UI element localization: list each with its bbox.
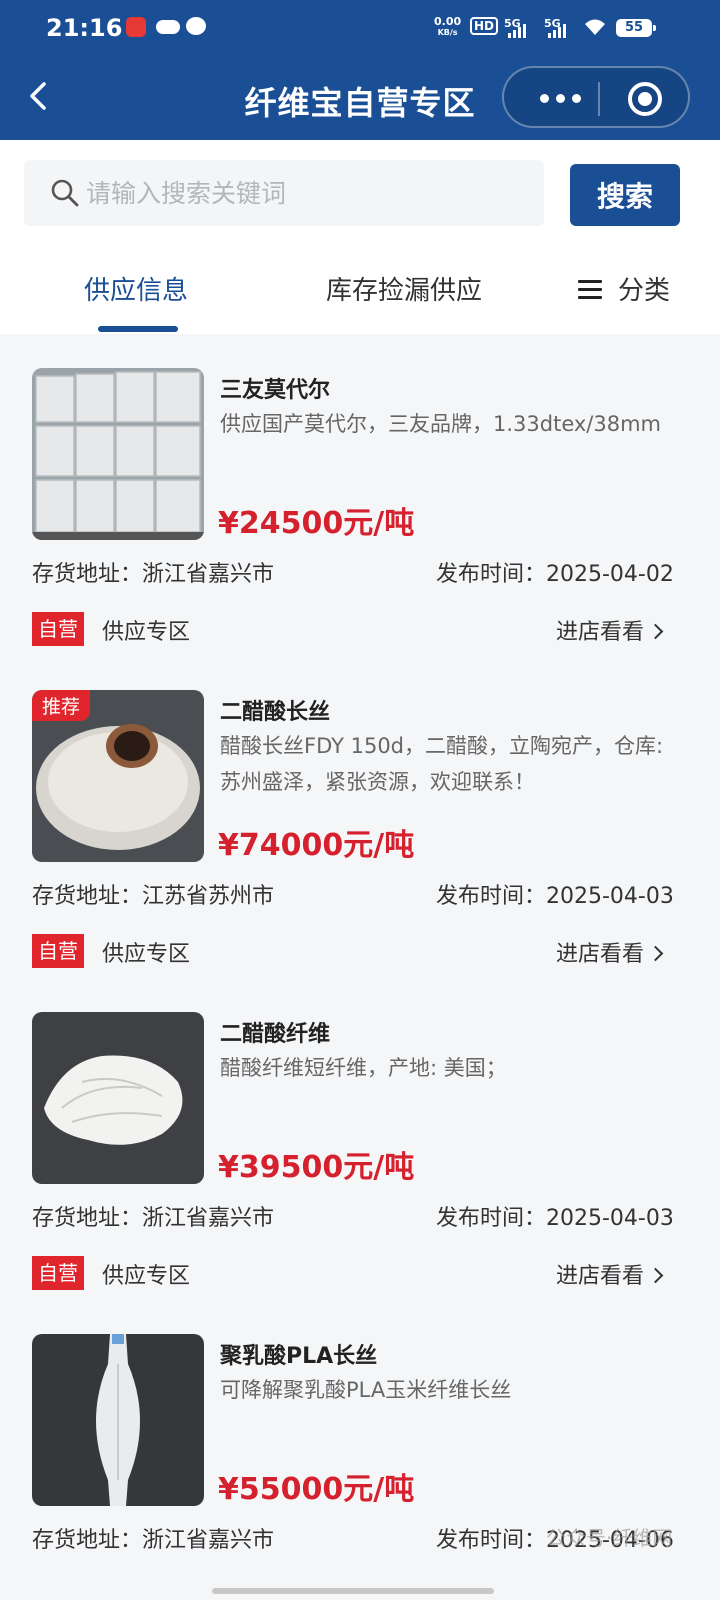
tab-inventory-bargain[interactable]: 库存捡漏供应: [326, 270, 482, 307]
more-icon[interactable]: [530, 86, 590, 110]
stock-address: 存货地址：浙江省嘉兴市: [32, 1528, 275, 1553]
publish-date: 发布时间：2025-04-02: [436, 562, 674, 587]
product-price: ¥55000元/吨: [218, 1472, 415, 1507]
menu-icon[interactable]: [578, 280, 602, 300]
stock-address: 存货地址：浙江省嘉兴市: [32, 562, 275, 587]
close-mini-program-icon[interactable]: [628, 82, 662, 116]
self-operated-tag: 自营: [32, 612, 84, 646]
product-title: 二醋酸纤维: [220, 1022, 331, 1047]
recommended-badge: 推荐: [32, 690, 91, 721]
chat-icon: [186, 17, 206, 35]
cloud-icon: [156, 20, 180, 34]
product-title: 三友莫代尔: [220, 378, 331, 403]
product-description: 醋酸纤维短纤维，产地: 美国；: [220, 1056, 507, 1080]
wifi-icon: [585, 19, 605, 35]
product-image[interactable]: [32, 1012, 204, 1184]
status-time: 21:16: [46, 14, 123, 42]
product-description: 供应国产莫代尔，三友品牌，1.33dtex/38mm: [220, 412, 662, 436]
network-speed: 0.00 KB/s: [434, 16, 461, 38]
watermark: 公众号·纤维网: [546, 1526, 673, 1550]
mini-program-capsule: [502, 66, 690, 128]
enter-store-label: 进店看看: [556, 1264, 645, 1289]
bale-stack-image: [32, 368, 204, 540]
home-indicator[interactable]: [212, 1588, 494, 1594]
tab-supply-info[interactable]: 供应信息: [84, 270, 188, 307]
product-title: 聚乳酸PLA长丝: [220, 1344, 378, 1369]
search-icon: [51, 179, 79, 207]
tab-bar: 供应信息 库存捡漏供应 分类: [0, 240, 720, 334]
chevron-right-icon: [647, 945, 664, 962]
product-price: ¥39500元/吨: [218, 1150, 415, 1185]
product-card[interactable]: 三友莫代尔 供应国产莫代尔，三友品牌，1.33dtex/38mm ¥24500元…: [0, 334, 720, 656]
search-input[interactable]: [86, 168, 526, 218]
signal-bars-2-icon: [548, 24, 566, 38]
chevron-right-icon: [647, 1267, 664, 1284]
product-price: ¥74000元/吨: [218, 828, 415, 863]
supply-zone-label: 供应专区: [102, 942, 191, 967]
stock-address: 存货地址：浙江省嘉兴市: [32, 1206, 275, 1231]
product-title: 二醋酸长丝: [220, 700, 331, 725]
enter-store-label: 进店看看: [556, 942, 645, 967]
product-image[interactable]: [32, 368, 204, 540]
network-speed-value: 0.00: [434, 15, 462, 28]
active-tab-indicator: [98, 326, 178, 332]
stock-address: 存货地址：江苏省苏州市: [32, 884, 275, 909]
publish-date: 发布时间：2025-04-03: [436, 884, 674, 909]
search-bar: 搜索: [0, 140, 720, 240]
enter-store-link[interactable]: 进店看看: [556, 936, 664, 968]
pla-bobbin-image: [32, 1334, 204, 1506]
enter-store-label: 进店看看: [556, 620, 645, 645]
enter-store-link[interactable]: 进店看看: [556, 614, 664, 646]
product-card[interactable]: 推荐 二醋酸长丝 醋酸长丝FDY 150d，二醋酸，立陶宛产，仓库: 苏州盛泽，…: [0, 656, 720, 978]
search-box[interactable]: [24, 160, 544, 226]
chevron-right-icon: [647, 623, 664, 640]
product-description: 醋酸长丝FDY 150d，二醋酸，立陶宛产，仓库: 苏州盛泽，紧张资源，欢迎联系…: [220, 734, 664, 794]
signal-bars-1-icon: [508, 24, 526, 38]
search-button[interactable]: 搜索: [570, 164, 680, 226]
fiber-tuft-image: [32, 1012, 204, 1184]
supply-zone-label: 供应专区: [102, 1264, 191, 1289]
product-description: 可降解聚乳酸PLA玉米纤维长丝: [220, 1378, 512, 1402]
battery-icon: 55: [616, 19, 656, 37]
hd-icon: HD: [470, 17, 499, 35]
app-notification-icon: [126, 17, 146, 37]
status-bar: 21:16 0.00 KB/s HD 5G 5G 55: [0, 0, 720, 54]
app-header: 21:16 0.00 KB/s HD 5G 5G 55 纤维宝自营专区: [0, 0, 720, 140]
category-button[interactable]: 分类: [618, 270, 670, 307]
capsule-divider: [598, 82, 600, 116]
enter-store-link[interactable]: 进店看看: [556, 1258, 664, 1290]
supply-zone-label: 供应专区: [102, 620, 191, 645]
product-image[interactable]: 推荐: [32, 690, 204, 862]
product-card[interactable]: 二醋酸纤维 醋酸纤维短纤维，产地: 美国； ¥39500元/吨 存货地址：浙江省…: [0, 978, 720, 1300]
network-speed-unit: KB/s: [437, 28, 458, 37]
product-price: ¥24500元/吨: [218, 506, 415, 541]
product-card[interactable]: 聚乳酸PLA长丝 可降解聚乳酸PLA玉米纤维长丝 ¥55000元/吨 存货地址：…: [0, 1300, 720, 1600]
self-operated-tag: 自营: [32, 1256, 84, 1290]
product-image[interactable]: [32, 1334, 204, 1506]
publish-date: 发布时间：2025-04-03: [436, 1206, 674, 1231]
self-operated-tag: 自营: [32, 934, 84, 968]
